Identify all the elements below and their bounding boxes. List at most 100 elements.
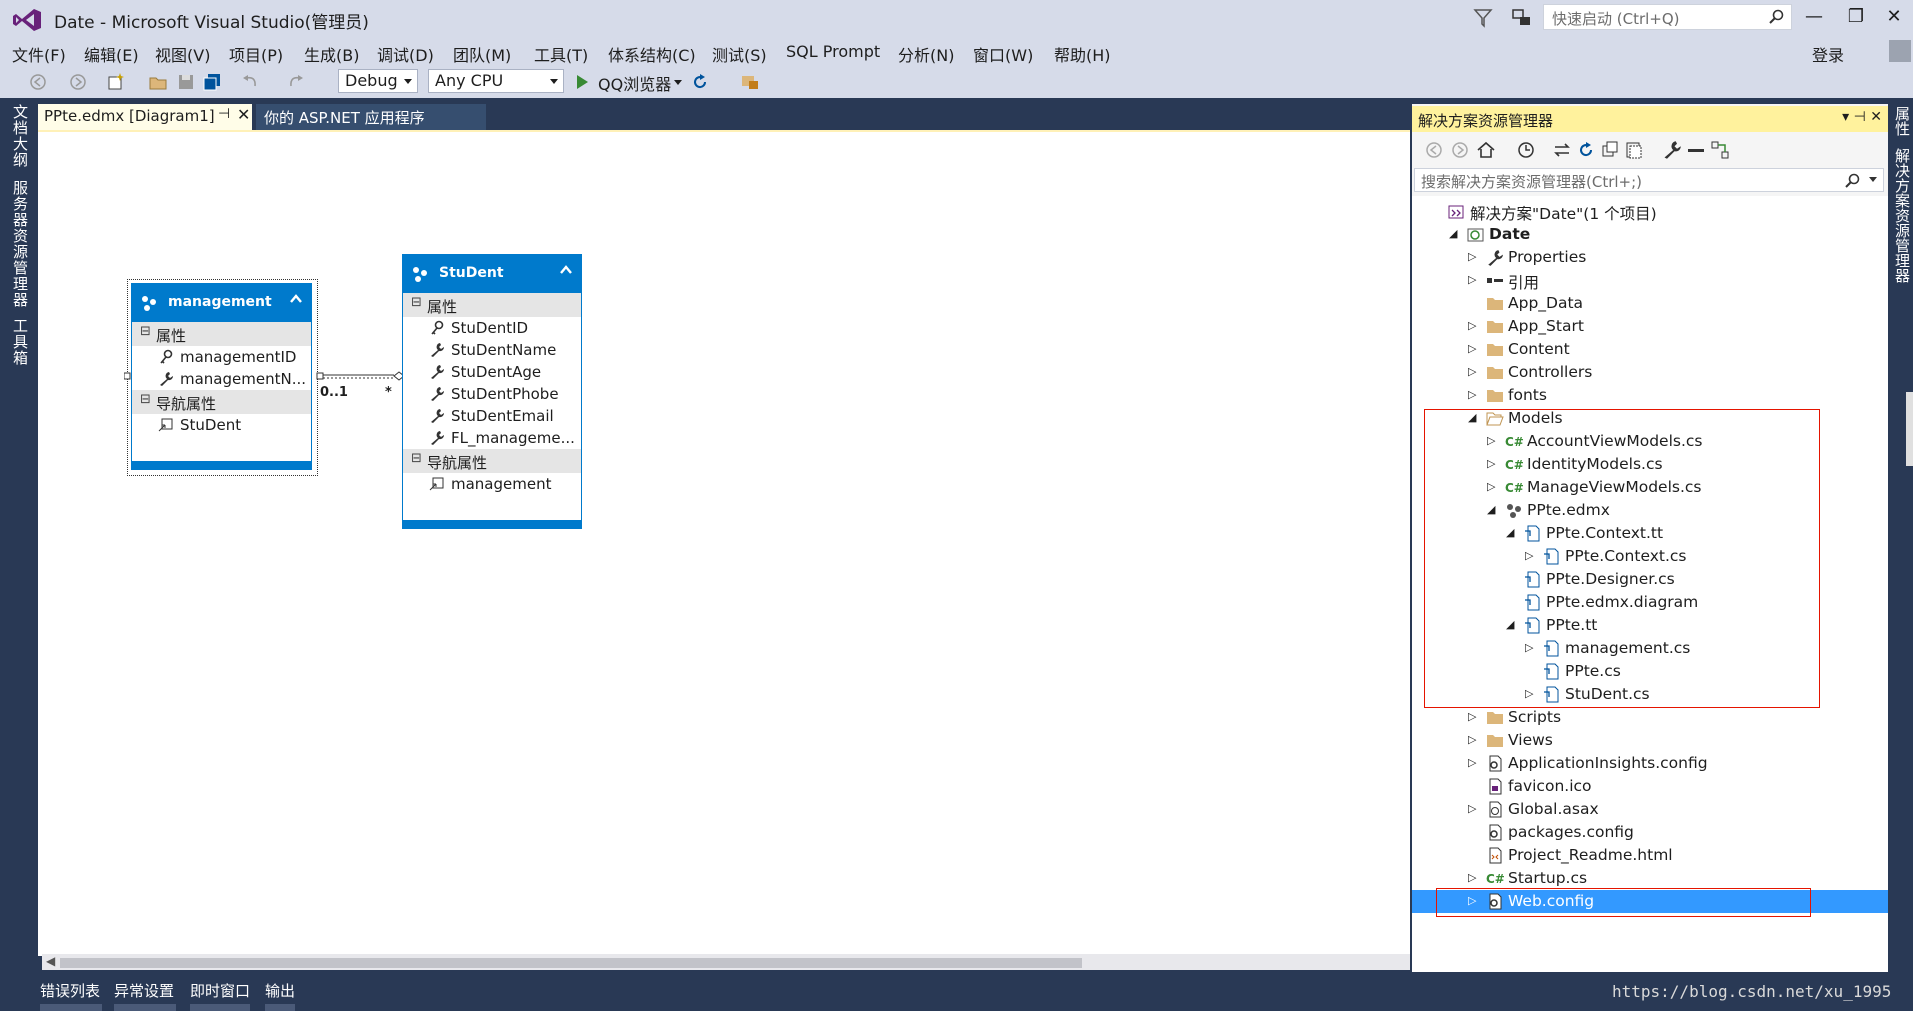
tab-edmx-diagram[interactable]: PPte.edmx [Diagram1] ⊣ ✕ bbox=[38, 104, 252, 130]
class-diagram-icon[interactable] bbox=[1710, 140, 1730, 160]
menu-view[interactable]: 视图(V) bbox=[155, 42, 210, 66]
collapsed-arrow-icon[interactable]: ▷ bbox=[1468, 250, 1480, 264]
association-connector[interactable] bbox=[124, 366, 424, 406]
new-project-icon[interactable] bbox=[106, 72, 126, 92]
pending-changes-icon[interactable] bbox=[1516, 140, 1536, 160]
sync-icon[interactable] bbox=[1552, 140, 1572, 160]
collapse-minus-icon[interactable]: ⊟ bbox=[411, 451, 422, 466]
exception-settings-tab[interactable]: 异常设置 bbox=[114, 980, 174, 1001]
server-explorer-tab[interactable]: 服务器资源管理器 bbox=[10, 180, 31, 308]
tree-item[interactable]: ▷ Views bbox=[1412, 729, 1888, 752]
menu-window[interactable]: 窗口(W) bbox=[973, 42, 1033, 66]
configuration-select[interactable]: Debug bbox=[338, 69, 418, 93]
tab-aspnet-app[interactable]: 你的 ASP.NET 应用程序 bbox=[256, 104, 486, 130]
document-outline-tab[interactable]: 文档大纲 bbox=[10, 104, 31, 168]
notification-icon[interactable] bbox=[1510, 7, 1534, 29]
chevron-down-icon[interactable] bbox=[674, 80, 682, 85]
close-window-button[interactable]: ✕ bbox=[1880, 6, 1908, 30]
refresh-icon[interactable] bbox=[1576, 140, 1596, 160]
toolbox-tab[interactable]: 工具箱 bbox=[10, 318, 31, 366]
properties-wrench-icon[interactable] bbox=[1662, 140, 1682, 160]
search-icon[interactable] bbox=[1769, 9, 1785, 25]
solution-explorer-search-input[interactable]: 搜索解决方案资源管理器(Ctrl+;) bbox=[1414, 168, 1884, 192]
tree-item[interactable]: ▷ C# Startup.cs bbox=[1412, 867, 1888, 890]
expanded-arrow-icon[interactable]: ◢ bbox=[1449, 227, 1461, 241]
property-row[interactable]: managementID bbox=[132, 346, 311, 368]
menu-file[interactable]: 文件(F) bbox=[12, 42, 66, 66]
open-file-icon[interactable] bbox=[148, 72, 168, 92]
forward-icon[interactable] bbox=[68, 72, 88, 92]
entity-header[interactable]: management bbox=[132, 284, 311, 322]
property-row[interactable]: StuDentAge bbox=[403, 361, 581, 383]
edmx-designer-canvas[interactable] bbox=[38, 130, 1410, 956]
navigation-section[interactable]: ⊟ 导航属性 bbox=[403, 449, 581, 473]
search-icon[interactable] bbox=[1845, 173, 1861, 189]
preview-icon[interactable] bbox=[1686, 140, 1706, 160]
scrollbar-thumb[interactable] bbox=[60, 958, 1082, 968]
property-row[interactable]: StuDentName bbox=[403, 339, 581, 361]
forward-icon[interactable] bbox=[1450, 140, 1470, 160]
panel-window-buttons[interactable]: ▾ ⊣ ✕ bbox=[1842, 109, 1882, 125]
back-icon[interactable] bbox=[1424, 140, 1444, 160]
collapsed-arrow-icon[interactable]: ▷ bbox=[1468, 319, 1480, 333]
collapsed-arrow-icon[interactable]: ▷ bbox=[1468, 802, 1480, 816]
refresh-icon[interactable] bbox=[690, 72, 710, 92]
undo-icon[interactable] bbox=[240, 72, 260, 92]
tree-item[interactable]: Project_Readme.html bbox=[1412, 844, 1888, 867]
immediate-window-tab[interactable]: 即时窗口 bbox=[190, 980, 250, 1001]
maximize-button[interactable]: ❐ bbox=[1842, 6, 1870, 30]
back-icon[interactable] bbox=[28, 72, 48, 92]
collapsed-arrow-icon[interactable]: ▷ bbox=[1468, 365, 1480, 379]
menu-test[interactable]: 测试(S) bbox=[712, 42, 767, 66]
navigation-row[interactable]: StuDent bbox=[132, 414, 311, 436]
tree-item[interactable]: ▷ Controllers bbox=[1412, 361, 1888, 384]
avatar[interactable] bbox=[1889, 40, 1911, 62]
vertical-scrollbar-thumb[interactable] bbox=[1906, 392, 1913, 466]
run-target-label[interactable]: QQ浏览器 bbox=[598, 71, 671, 95]
property-row[interactable]: StuDentID bbox=[403, 317, 581, 339]
tree-item[interactable]: packages.config bbox=[1412, 821, 1888, 844]
tree-item[interactable]: ▷ Properties bbox=[1412, 246, 1888, 269]
scroll-left-icon[interactable]: ◀ bbox=[46, 954, 55, 968]
redo-icon[interactable] bbox=[286, 72, 306, 92]
property-row[interactable]: StuDentEmail bbox=[403, 405, 581, 427]
pin-icon[interactable]: ⊣ bbox=[218, 106, 230, 122]
property-row[interactable]: FL_manageme... bbox=[403, 427, 581, 449]
close-icon[interactable]: ✕ bbox=[237, 105, 250, 124]
collapsed-arrow-icon[interactable]: ▷ bbox=[1468, 756, 1480, 770]
menu-architecture[interactable]: 体系结构(C) bbox=[608, 42, 696, 66]
login-link[interactable]: 登录 bbox=[1812, 42, 1844, 66]
entity-header[interactable]: StuDent bbox=[403, 255, 581, 293]
quick-launch-input[interactable]: 快速启动 (Ctrl+Q) bbox=[1543, 4, 1792, 30]
collapse-minus-icon[interactable]: ⊟ bbox=[411, 295, 422, 310]
tree-item[interactable]: ▷ App_Start bbox=[1412, 315, 1888, 338]
minimize-button[interactable]: — bbox=[1800, 6, 1828, 30]
menu-edit[interactable]: 编辑(E) bbox=[84, 42, 139, 66]
solution-explorer-header[interactable]: 解决方案资源管理器 ▾ ⊣ ✕ bbox=[1412, 106, 1888, 132]
solution-explorer-tab[interactable]: 解决方案资源管理器 bbox=[1892, 148, 1913, 283]
menu-build[interactable]: 生成(B) bbox=[304, 42, 359, 66]
entity-student[interactable]: StuDent ⊟ 属性 StuDentID StuDentName StuDe… bbox=[402, 254, 582, 529]
tree-item[interactable]: App_Data bbox=[1412, 292, 1888, 315]
tree-item[interactable]: ◢ Date bbox=[1412, 223, 1888, 246]
chevron-up-icon[interactable] bbox=[289, 292, 303, 306]
menu-tools[interactable]: 工具(T) bbox=[534, 42, 588, 66]
properties-tab[interactable]: 属性 bbox=[1892, 106, 1913, 136]
collapsed-arrow-icon[interactable]: ▷ bbox=[1468, 342, 1480, 356]
output-tab[interactable]: 输出 bbox=[265, 980, 295, 1001]
collapsed-arrow-icon[interactable]: ▷ bbox=[1468, 733, 1480, 747]
browser-link-icon[interactable] bbox=[740, 72, 760, 92]
property-row[interactable]: StuDentPhobe bbox=[403, 383, 581, 405]
tree-item[interactable]: ▷ Content bbox=[1412, 338, 1888, 361]
tree-item[interactable]: ▷ Global.asax bbox=[1412, 798, 1888, 821]
menu-debug[interactable]: 调试(D) bbox=[377, 42, 434, 66]
tree-item[interactable]: ▷ ApplicationInsights.config bbox=[1412, 752, 1888, 775]
menu-analyze[interactable]: 分析(N) bbox=[898, 42, 954, 66]
menu-team[interactable]: 团队(M) bbox=[453, 42, 511, 66]
collapsed-arrow-icon[interactable]: ▷ bbox=[1468, 273, 1480, 287]
properties-section[interactable]: ⊟ 属性 bbox=[403, 293, 581, 317]
menu-project[interactable]: 项目(P) bbox=[229, 42, 283, 66]
collapse-all-icon[interactable] bbox=[1600, 140, 1620, 160]
chevron-up-icon[interactable] bbox=[559, 263, 573, 277]
home-icon[interactable] bbox=[1476, 140, 1496, 160]
